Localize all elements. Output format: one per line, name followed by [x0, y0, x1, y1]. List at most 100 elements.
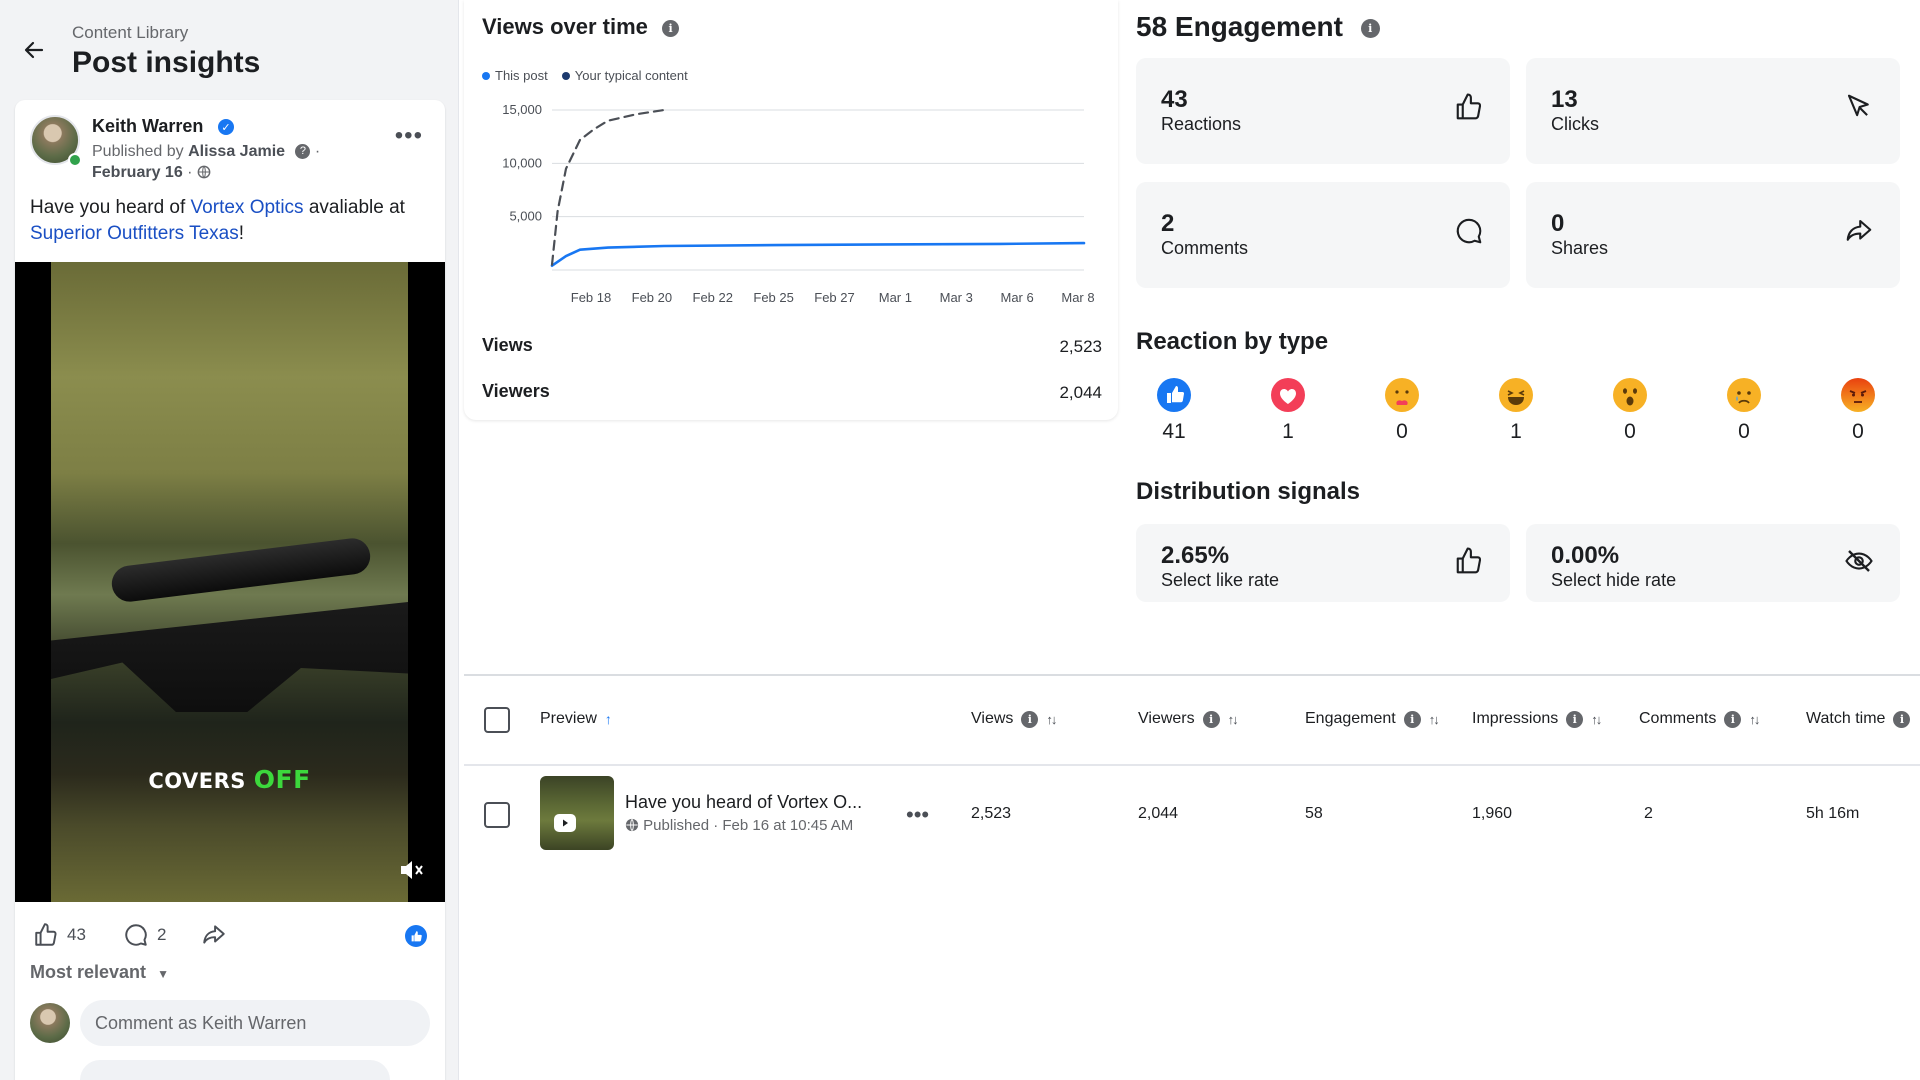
info-icon[interactable]: i	[1403, 710, 1421, 728]
shares-card[interactable]: 0 Shares	[1526, 182, 1900, 288]
post-link-vortex[interactable]: Vortex Optics	[191, 197, 304, 218]
commenter-avatar	[30, 1003, 70, 1043]
column-header-watch-time[interactable]: Watch time i	[1806, 710, 1911, 728]
publisher-name[interactable]: Alissa Jamie	[188, 143, 285, 160]
post-link-superior[interactable]: Superior Outfitters Texas	[30, 223, 239, 244]
comment-sort-dropdown[interactable]: Most relevant ▼	[30, 962, 169, 983]
wow-count: 0	[1624, 420, 1636, 443]
row-checkbox[interactable]	[484, 802, 510, 828]
series-line-typical-content	[550, 108, 666, 266]
x-tick-label: Mar 6	[1001, 290, 1034, 305]
column-header-preview[interactable]: Preview ↑	[540, 710, 612, 728]
column-header-comments[interactable]: Comments i ↑↓	[1639, 710, 1760, 728]
mute-icon[interactable]	[399, 859, 425, 886]
viewers-label: Viewers	[482, 381, 550, 401]
row-post-subtitle: Published · Feb 16 at 10:45 AM	[625, 817, 853, 834]
post-text-suffix: !	[238, 223, 245, 244]
share-action[interactable]	[201, 922, 227, 948]
cell-engagement: 58	[1305, 805, 1323, 822]
reaction-haha: 1	[1486, 378, 1546, 444]
reactions-card[interactable]: 43 Reactions	[1136, 58, 1510, 164]
post-author[interactable]: Keith Warren	[92, 116, 203, 137]
published-by-prefix: Published by	[92, 143, 184, 160]
info-icon[interactable]: i	[1360, 19, 1380, 39]
breadcrumb[interactable]: Content Library	[72, 23, 188, 43]
reaction-love: 1	[1258, 378, 1318, 444]
column-label-comments: Comments	[1639, 710, 1717, 727]
y-tick-label: 15,000	[502, 102, 542, 117]
info-icon[interactable]: i	[1566, 710, 1584, 728]
legend-item-this-post: This post	[482, 68, 548, 83]
share-icon	[203, 925, 225, 944]
comment-action[interactable]: 2	[123, 922, 166, 948]
globe-icon	[197, 165, 211, 179]
rifle-image	[51, 602, 408, 712]
shares-value: 0	[1551, 210, 1565, 237]
reactions-label: Reactions	[1161, 114, 1242, 134]
reaction-sad: 0	[1714, 378, 1774, 444]
like-action[interactable]: 43	[33, 922, 86, 948]
x-tick-label: Mar 8	[1061, 290, 1094, 305]
table-header-divider	[464, 764, 1920, 766]
column-header-viewers[interactable]: Viewers i ↑↓	[1138, 710, 1239, 728]
column-label-views: Views	[971, 710, 1014, 727]
comment-input[interactable]	[80, 1000, 430, 1046]
info-icon[interactable]: i	[1724, 710, 1742, 728]
eye-off-icon	[1844, 546, 1874, 581]
post-thumbnail[interactable]	[540, 776, 614, 850]
info-icon[interactable]: i	[1021, 710, 1039, 728]
cursor-icon	[1844, 92, 1874, 127]
like-reaction-badge-icon[interactable]	[405, 925, 427, 947]
like-reaction-icon	[1157, 378, 1191, 412]
legend-item-typical-content: Your typical content	[561, 68, 688, 83]
haha-reaction-icon	[1499, 378, 1533, 412]
like-rate-value: 2.65%	[1161, 542, 1230, 569]
row-post-title[interactable]: Have you heard of Vortex O...	[625, 792, 862, 813]
chevron-down-icon: ▼	[157, 967, 169, 981]
sort-ascending-icon: ↑	[604, 711, 612, 727]
post-date-line: February 16 ·	[92, 164, 211, 182]
clicks-card[interactable]: 13 Clicks	[1526, 58, 1900, 164]
column-label-engagement: Engagement	[1305, 710, 1396, 727]
info-icon[interactable]: i	[1202, 710, 1220, 728]
page-title: Post insights	[72, 46, 261, 79]
like-count: 41	[1162, 420, 1186, 443]
like-rate-card[interactable]: 2.65% Select like rate	[1136, 524, 1510, 602]
video-frame: COVERS OFF	[51, 262, 408, 902]
cell-watch-time: 5h 16m	[1806, 805, 1860, 822]
post-text: Have you heard of Vortex Optics avaliabl…	[30, 195, 435, 247]
info-icon[interactable]: i	[1893, 710, 1911, 728]
column-header-engagement[interactable]: Engagement i ↑↓	[1305, 710, 1440, 728]
reaction-by-type-title: Reaction by type	[1136, 328, 1329, 355]
select-all-checkbox[interactable]	[484, 707, 510, 733]
legend-label-typical-content: Your typical content	[574, 68, 688, 83]
help-icon[interactable]: ?	[295, 144, 311, 160]
post-more-options-icon[interactable]: •••	[395, 122, 423, 150]
hide-rate-card[interactable]: 0.00% Select hide rate	[1526, 524, 1900, 602]
comments-card[interactable]: 2 Comments	[1136, 182, 1510, 288]
table-top-divider	[464, 674, 1920, 676]
reaction-like: 41	[1144, 378, 1204, 444]
engagement-title: 58 Engagement i	[1136, 11, 1380, 43]
column-header-impressions[interactable]: Impressions i ↑↓	[1472, 710, 1602, 728]
cell-comments: 2	[1644, 805, 1653, 822]
engagement-title-text: 58 Engagement	[1136, 11, 1343, 42]
clicks-value: 13	[1551, 86, 1578, 113]
views-over-time-title-text: Views over time	[482, 14, 648, 39]
cell-viewers: 2,044	[1138, 805, 1179, 822]
info-icon[interactable]: i	[662, 19, 680, 37]
post-video[interactable]: COVERS OFF	[15, 262, 445, 902]
video-caption-part2: OFF	[253, 765, 311, 794]
shares-label: Shares	[1551, 238, 1609, 258]
comment-count: 2	[157, 925, 167, 944]
views-over-time-card: Views over time i This post Your typical…	[464, 0, 1118, 420]
care-count: 0	[1396, 420, 1408, 443]
verified-badge-icon: ✓	[218, 119, 234, 135]
online-status-indicator	[68, 153, 82, 167]
x-tick-label: Feb 25	[753, 290, 793, 305]
post-date[interactable]: February 16	[92, 164, 183, 181]
back-arrow-icon[interactable]	[14, 30, 54, 70]
row-more-options-icon[interactable]: •••	[906, 802, 929, 828]
column-header-views[interactable]: Views i ↑↓	[971, 710, 1057, 728]
angry-reaction-icon	[1841, 378, 1875, 412]
